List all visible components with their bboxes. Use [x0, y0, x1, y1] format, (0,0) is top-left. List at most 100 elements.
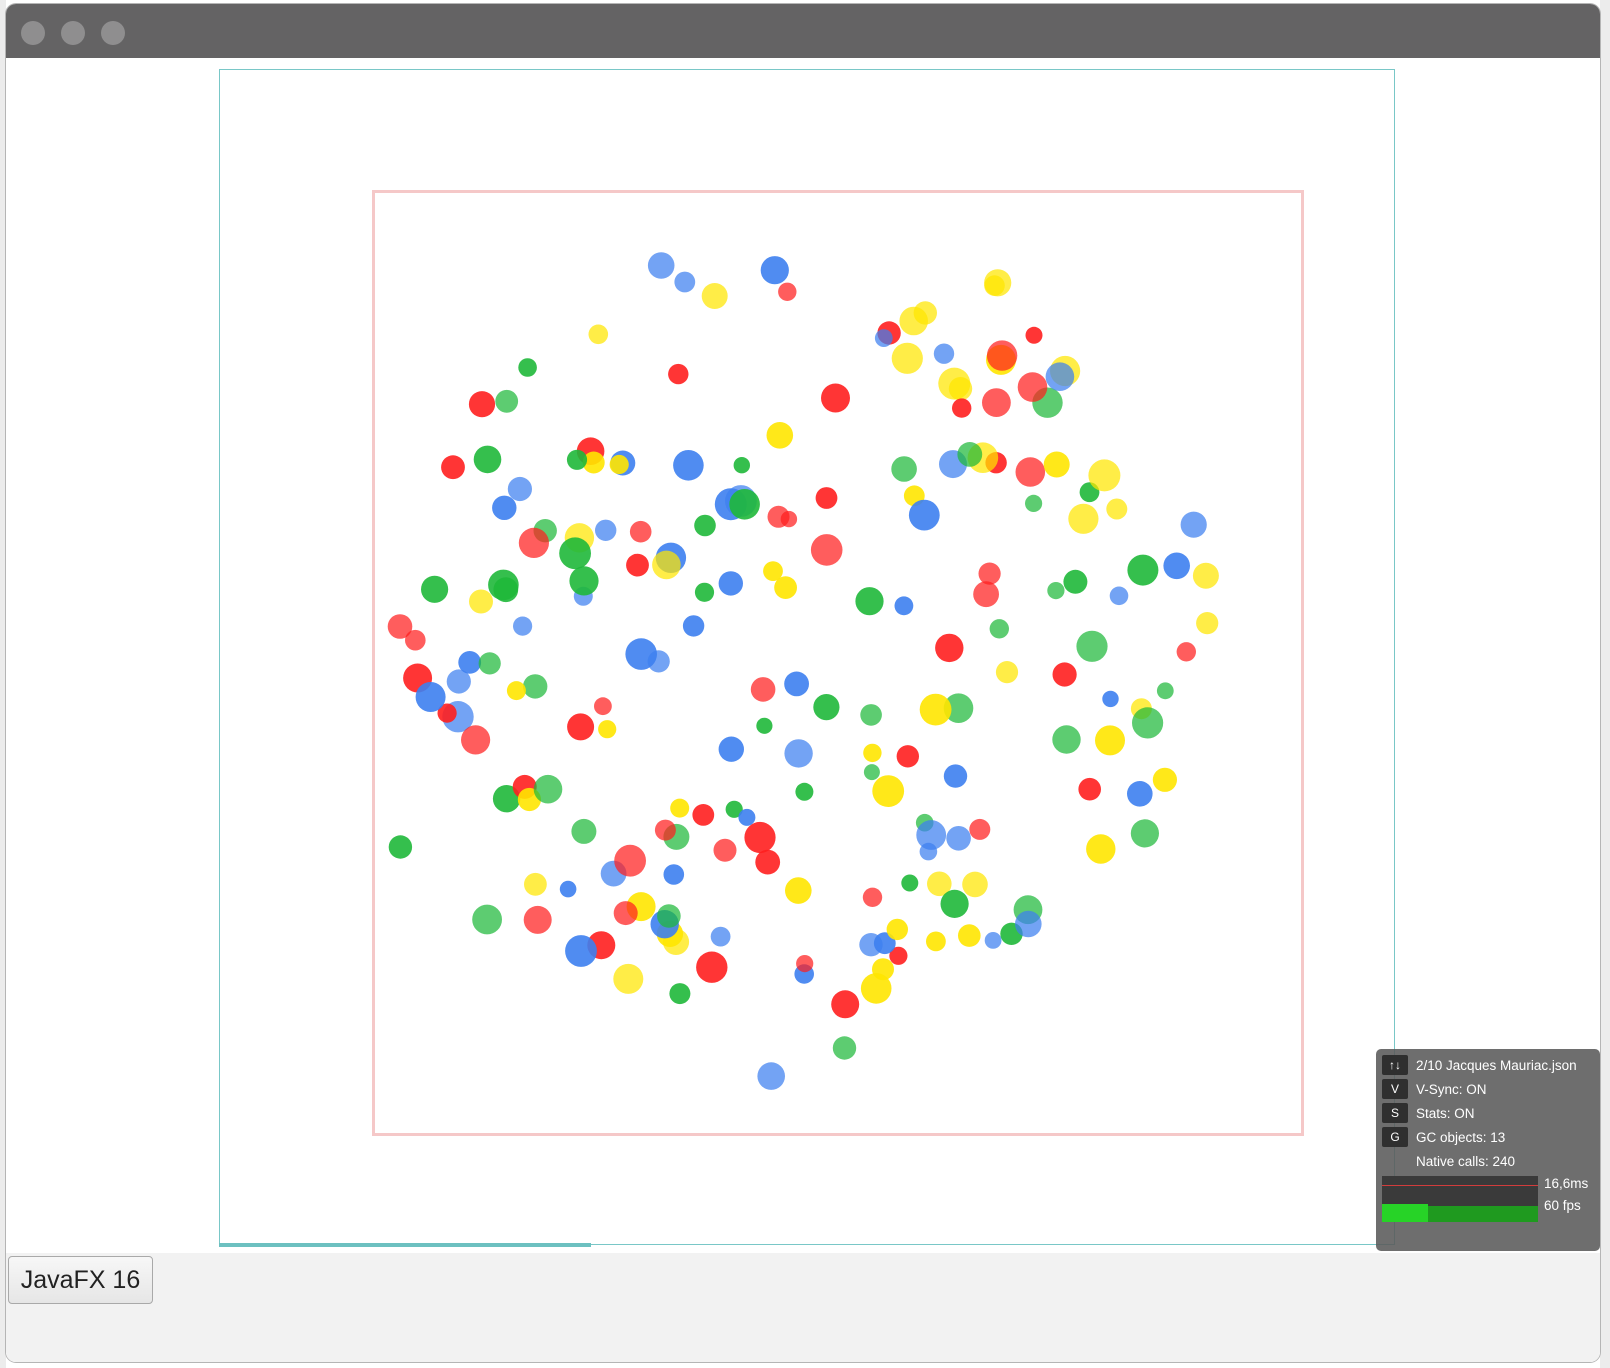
green-dot	[523, 674, 548, 699]
green-dot	[421, 575, 449, 603]
yellow-dot	[863, 743, 882, 763]
yellow-dot	[588, 324, 609, 345]
file-key[interactable]: ↑↓	[1382, 1055, 1408, 1075]
green-dot	[1025, 494, 1043, 512]
yellow-dot	[860, 973, 892, 1004]
red-dot	[796, 955, 814, 973]
red-dot	[982, 388, 1011, 417]
red-dot	[755, 849, 781, 875]
blue-dot	[943, 764, 968, 788]
green-dot	[832, 1036, 857, 1060]
blue-dot	[908, 499, 940, 531]
title-bar[interactable]	[6, 4, 1600, 58]
yellow-dot	[958, 924, 981, 947]
red-dot	[567, 713, 595, 741]
green-dot	[569, 566, 599, 596]
blue-dot	[784, 739, 813, 768]
green-dot	[571, 818, 597, 844]
blue-dot	[1109, 586, 1129, 606]
green-dot	[855, 587, 884, 616]
right-edge-background	[1600, 0, 1610, 1368]
green-dot	[813, 694, 840, 721]
minimize-window-button[interactable]	[61, 21, 85, 45]
blue-dot	[946, 826, 971, 851]
blue-dot	[718, 736, 744, 762]
green-dot	[863, 764, 880, 781]
green-dot	[860, 704, 882, 726]
yellow-dot	[891, 342, 923, 374]
blue-dot	[492, 495, 517, 520]
red-dot	[1017, 372, 1048, 402]
gc-key[interactable]: G	[1382, 1127, 1408, 1147]
green-dot	[473, 445, 502, 474]
blue-dot	[682, 615, 705, 637]
frame-time-fill-recent	[1382, 1204, 1428, 1222]
close-window-button[interactable]	[21, 21, 45, 45]
red-dot	[614, 844, 646, 877]
zoom-window-button[interactable]	[101, 21, 125, 45]
red-dot	[626, 553, 649, 577]
green-dot	[1156, 682, 1174, 700]
red-dot	[978, 562, 1001, 585]
red-dot	[696, 951, 728, 983]
javafx-version-button[interactable]: JavaFX 16	[8, 1256, 153, 1304]
blue-dot	[710, 926, 731, 947]
stats-row-native: Native calls: 240	[1382, 1151, 1515, 1171]
yellow-dot	[886, 918, 908, 941]
stats-key[interactable]: S	[1382, 1103, 1408, 1123]
green-dot	[891, 456, 917, 482]
green-dot	[518, 358, 537, 377]
yellow-dot	[506, 681, 526, 701]
green-dot	[472, 904, 502, 935]
blue-dot	[757, 1062, 785, 1090]
blue-dot	[718, 571, 743, 596]
gc-text: GC objects: 13	[1416, 1129, 1506, 1145]
yellow-dot	[524, 872, 547, 896]
frame-time-graph	[1382, 1176, 1538, 1222]
stats-row-gc: G GC objects: 13	[1382, 1127, 1505, 1147]
blue-dot	[933, 343, 955, 364]
red-dot	[744, 821, 776, 854]
yellow-dot	[1086, 834, 1116, 864]
red-dot	[952, 398, 972, 418]
blue-dot	[559, 880, 577, 898]
blue-dot	[415, 682, 446, 712]
red-dot	[831, 990, 860, 1019]
blue-dot	[674, 271, 696, 293]
green-dot	[1063, 569, 1088, 594]
red-dot	[468, 391, 496, 418]
green-dot	[488, 569, 519, 601]
green-dot	[940, 889, 969, 919]
red-dot	[629, 520, 652, 543]
green-dot	[533, 774, 563, 804]
yellow-dot	[938, 367, 971, 400]
blue-dot	[595, 519, 617, 541]
blue-dot	[894, 596, 914, 616]
yellow-dot	[701, 283, 728, 309]
file-text: 2/10 Jacques Mauriac.json	[1416, 1057, 1577, 1073]
stats-overlay: ↑↓ 2/10 Jacques Mauriac.json V V-Sync: O…	[1376, 1049, 1600, 1251]
blue-dot	[647, 650, 670, 673]
scene-content: JavaFX 16	[6, 58, 1600, 1362]
green-dot	[1047, 582, 1065, 600]
green-dot	[669, 983, 691, 1005]
green-dot	[1052, 725, 1081, 754]
red-dot	[692, 804, 715, 826]
yellow-dot	[962, 871, 988, 898]
green-dot	[495, 389, 519, 413]
red-dot	[713, 838, 737, 862]
blue-dot	[760, 256, 789, 285]
blue-dot	[738, 808, 756, 826]
red-dot	[986, 340, 1018, 371]
blue-dot	[1015, 910, 1042, 938]
yellow-dot	[926, 931, 946, 952]
yellow-dot	[984, 269, 1012, 297]
yellow-dot	[1068, 503, 1099, 534]
green-dot	[989, 619, 1009, 639]
vsync-key[interactable]: V	[1382, 1079, 1408, 1099]
yellow-dot	[670, 798, 690, 818]
dots-canvas	[387, 252, 1219, 1090]
red-dot	[1176, 642, 1197, 662]
red-dot	[815, 487, 838, 509]
yellow-dot	[919, 693, 952, 726]
